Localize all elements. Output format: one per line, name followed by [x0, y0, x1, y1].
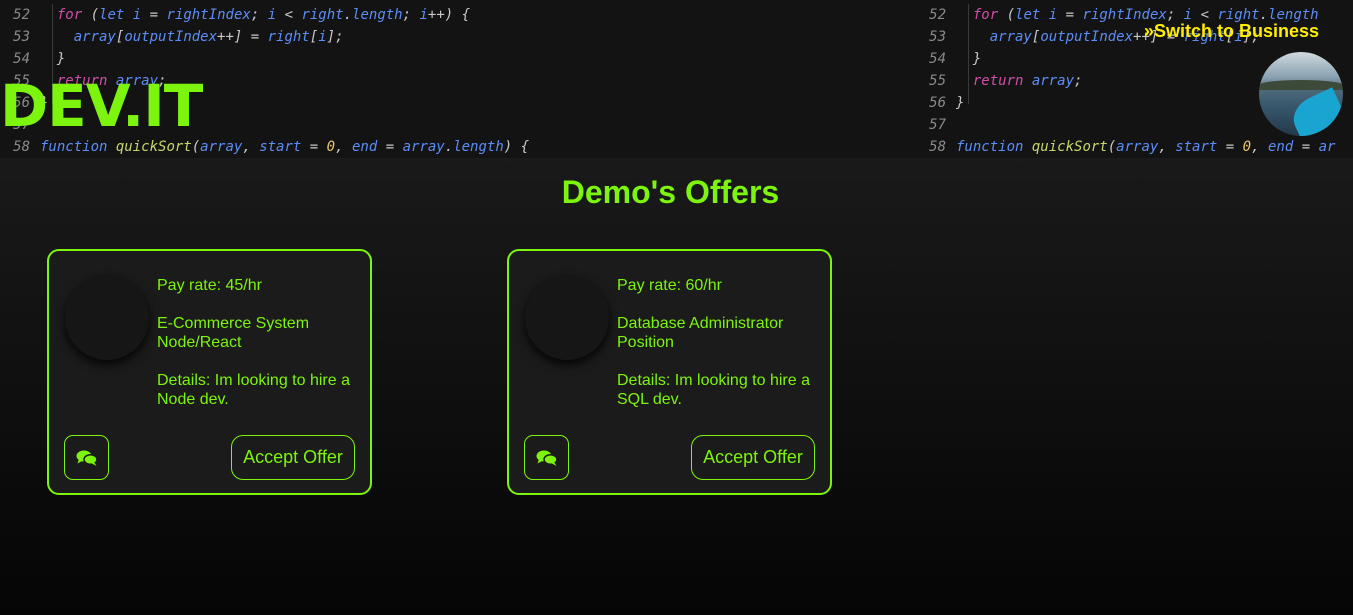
- brand-logo[interactable]: DEV.IT: [0, 74, 203, 138]
- line-number: 53: [13, 29, 30, 45]
- offer-card: Pay rate: 45/hr E-Commerce System Node/R…: [47, 249, 372, 495]
- chat-button[interactable]: [64, 435, 109, 480]
- accept-offer-button[interactable]: Accept Offer: [691, 435, 815, 480]
- line-number: 54: [929, 51, 946, 67]
- line-number: 57: [929, 117, 946, 133]
- offer-details: Details: Im looking to hire a SQL dev.: [617, 372, 810, 408]
- switch-to-business-link[interactable]: »Switch to Business: [1144, 20, 1319, 42]
- line-number: 55: [929, 73, 946, 89]
- offer-details: Details: Im looking to hire a Node dev.: [157, 372, 350, 408]
- pay-rate: Pay rate: 45/hr: [157, 277, 262, 294]
- chat-icon: [76, 450, 98, 466]
- line-number: 56: [929, 95, 946, 111]
- line-number: 54: [13, 51, 30, 67]
- chat-icon: [536, 450, 558, 466]
- offer-image: [65, 276, 149, 360]
- line-number: 52: [13, 7, 30, 23]
- project-title: Database Administrator Position: [617, 315, 784, 351]
- user-avatar[interactable]: [1259, 52, 1343, 136]
- chat-button[interactable]: [524, 435, 569, 480]
- offer-card: Pay rate: 60/hr Database Administrator P…: [507, 249, 832, 495]
- page-title: Demo's Offers: [561, 174, 780, 210]
- offer-info: Pay rate: 45/hr E-Commerce System Node/R…: [157, 276, 362, 409]
- accept-offer-button[interactable]: Accept Offer: [231, 435, 355, 480]
- line-number: 58: [929, 139, 946, 155]
- project-title: E-Commerce System Node/React: [157, 315, 310, 351]
- offer-info: Pay rate: 60/hr Database Administrator P…: [617, 276, 822, 409]
- line-number: 53: [929, 29, 946, 45]
- line-number: 52: [929, 7, 946, 23]
- pay-rate: Pay rate: 60/hr: [617, 277, 722, 294]
- offer-image: [525, 276, 609, 360]
